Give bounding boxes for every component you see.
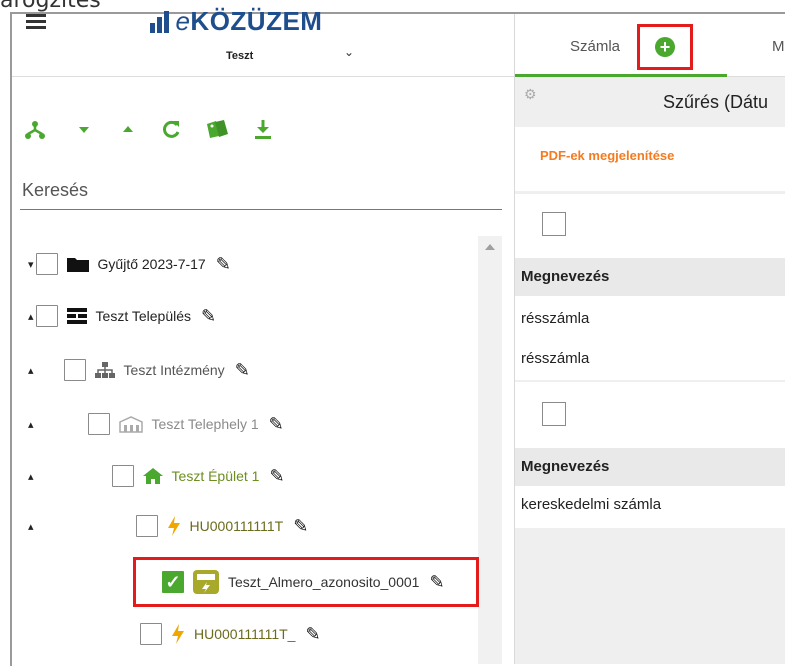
building-icon: [118, 415, 144, 433]
tree-item-checkbox[interactable]: [111, 465, 134, 487]
header-divider: [12, 76, 514, 77]
tree-item-site[interactable]: ▴ Teszt Telephely 1 ✎: [28, 410, 284, 438]
filter-label[interactable]: Szűrés (Dátu: [663, 92, 768, 113]
tree-item-institution[interactable]: ▴ Teszt Intézmény ✎: [28, 356, 250, 384]
tree-scrollbar[interactable]: [478, 236, 502, 664]
chevron-down-icon[interactable]: ⌄: [344, 45, 354, 59]
lightning-icon: [170, 623, 186, 645]
tree-item-checkbox[interactable]: [135, 515, 158, 537]
download-icon[interactable]: [252, 118, 274, 149]
pencil-icon[interactable]: ✎: [201, 306, 216, 327]
tree-item-label: HU000111111T_: [194, 626, 296, 642]
card-checkbox[interactable]: [542, 212, 566, 236]
tree-item-settlement[interactable]: ▴ Teszt Település ✎: [28, 302, 216, 330]
caret-down-icon[interactable]: [78, 118, 90, 149]
logo-wordmark: KÖZÜZEM: [190, 6, 323, 36]
tree-item-label: Teszt Intézmény: [123, 362, 225, 378]
logo-bars-icon: [150, 10, 171, 33]
invoice-card: Megnevezés kereskedelmi számla: [515, 382, 785, 528]
caret-up-icon[interactable]: ▴: [28, 364, 34, 377]
tab-second[interactable]: M: [772, 38, 785, 55]
card-cell: kereskedelmi számla: [521, 496, 662, 513]
card-header: Megnevezés: [515, 258, 785, 296]
tree-item-label: Teszt Település: [95, 308, 191, 324]
selected-item-highlight: [133, 557, 479, 607]
card-checkbox[interactable]: [542, 402, 566, 426]
caret-up-icon[interactable]: ▴: [28, 310, 34, 323]
tree-item-checkbox[interactable]: [140, 623, 162, 645]
tree-item-checkbox[interactable]: [87, 413, 110, 435]
tags-icon[interactable]: [204, 118, 230, 149]
house-icon: [142, 467, 164, 485]
pencil-icon[interactable]: ✎: [235, 360, 250, 381]
caret-down-icon[interactable]: ▾: [28, 258, 34, 271]
show-pdfs-link[interactable]: PDF-ek megjelenítése: [540, 148, 674, 163]
app-logo: eKÖZÜZEM: [150, 6, 322, 37]
caret-up-icon[interactable]: ▴: [28, 470, 34, 483]
pencil-icon[interactable]: ✎: [269, 414, 284, 435]
pencil-icon[interactable]: ✎: [293, 516, 308, 537]
scroll-up-arrow-icon[interactable]: [485, 244, 495, 250]
tree-item-label: Teszt Épület 1: [171, 468, 260, 484]
tree-item-checkbox[interactable]: [35, 253, 58, 275]
tree-item-label: HU000111111T: [189, 518, 284, 534]
folder-icon: [66, 255, 90, 273]
card-cell: résszámla: [521, 310, 590, 327]
tree-item-collection[interactable]: ▾ Gyűjtő 2023-7-17 ✎: [28, 250, 231, 278]
tree-item-label: Teszt Telephely 1: [151, 416, 259, 432]
add-button-highlight: [637, 24, 693, 70]
search-input-underline: [20, 209, 502, 210]
logo-prefix: e: [175, 6, 191, 36]
lightning-icon: [166, 515, 182, 537]
environment-label[interactable]: Teszt: [226, 50, 253, 62]
city-icon: [66, 307, 88, 325]
card-header: Megnevezés: [515, 448, 785, 486]
card-cell: résszámla: [521, 350, 590, 367]
tree-item-pod[interactable]: ▴ HU000111111T ✎: [28, 512, 308, 540]
invoice-card: Megnevezés résszámla résszámla: [515, 194, 785, 380]
refresh-icon[interactable]: [160, 118, 182, 149]
pencil-icon[interactable]: ✎: [305, 624, 320, 645]
card-header-label: Megnevezés: [521, 268, 610, 285]
hamburger-icon[interactable]: [26, 14, 46, 30]
tree-item-checkbox[interactable]: [35, 305, 58, 327]
caret-up-icon[interactable]: [122, 118, 134, 149]
tree-item-label: Gyűjtő 2023-7-17: [97, 256, 206, 272]
pencil-icon[interactable]: ✎: [216, 254, 231, 275]
search-label[interactable]: Keresés: [22, 180, 88, 201]
tab-invoice[interactable]: Számla: [570, 38, 620, 55]
logo-text: eKÖZÜZEM: [175, 6, 322, 37]
caret-up-icon[interactable]: ▴: [28, 418, 34, 431]
caret-up-icon[interactable]: ▴: [28, 520, 34, 533]
tree-item-checkbox[interactable]: [63, 359, 86, 381]
tree-item-pod-2[interactable]: HU000111111T_ ✎: [140, 620, 321, 648]
pencil-icon[interactable]: ✎: [269, 466, 284, 487]
gear-icon[interactable]: ⚙: [524, 86, 537, 103]
tree-item-building[interactable]: ▴ Teszt Épület 1 ✎: [28, 462, 285, 490]
org-chart-icon: [94, 361, 116, 379]
card-header-label: Megnevezés: [521, 458, 610, 475]
hierarchy-icon[interactable]: [24, 118, 46, 149]
